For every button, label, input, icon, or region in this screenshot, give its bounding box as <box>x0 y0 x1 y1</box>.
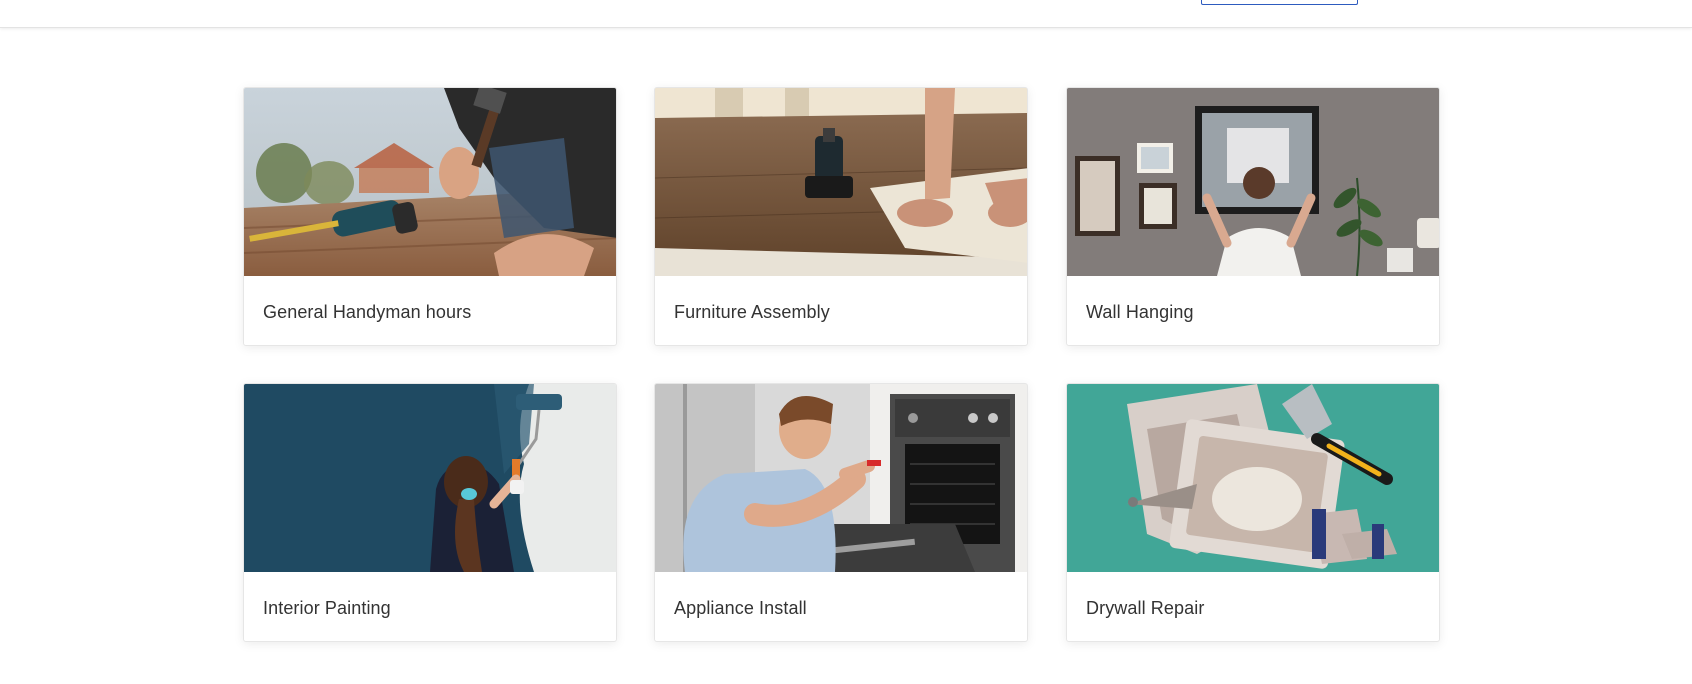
service-photo-handyman-hammer <box>244 88 616 276</box>
service-photo-painting-wall <box>244 384 616 572</box>
service-card-title: General Handyman hours <box>263 302 472 322</box>
service-photo-oven-repair <box>655 384 1027 572</box>
service-card-title: Furniture Assembly <box>674 302 830 322</box>
service-card-drywall-repair[interactable]: Drywall Repair <box>1066 383 1440 642</box>
service-card-general-handyman[interactable]: General Handyman hours <box>243 87 617 346</box>
service-photo-drywall-tools <box>1067 384 1439 572</box>
service-card-furniture-assembly[interactable]: Furniture Assembly <box>654 87 1028 346</box>
service-card-title: Interior Painting <box>263 598 391 618</box>
service-photo-hanging-frame <box>1067 88 1439 276</box>
service-card-title: Appliance Install <box>674 598 807 618</box>
top-navigation-bar <box>0 0 1692 28</box>
service-card-appliance-install[interactable]: Appliance Install <box>654 383 1028 642</box>
service-photo-drill-floor <box>655 88 1027 276</box>
service-card-title: Wall Hanging <box>1086 302 1194 322</box>
service-card-title: Drywall Repair <box>1086 598 1205 618</box>
header-cta-button[interactable] <box>1201 0 1358 5</box>
service-card-wall-hanging[interactable]: Wall Hanging <box>1066 87 1440 346</box>
service-card-interior-painting[interactable]: Interior Painting <box>243 383 617 642</box>
